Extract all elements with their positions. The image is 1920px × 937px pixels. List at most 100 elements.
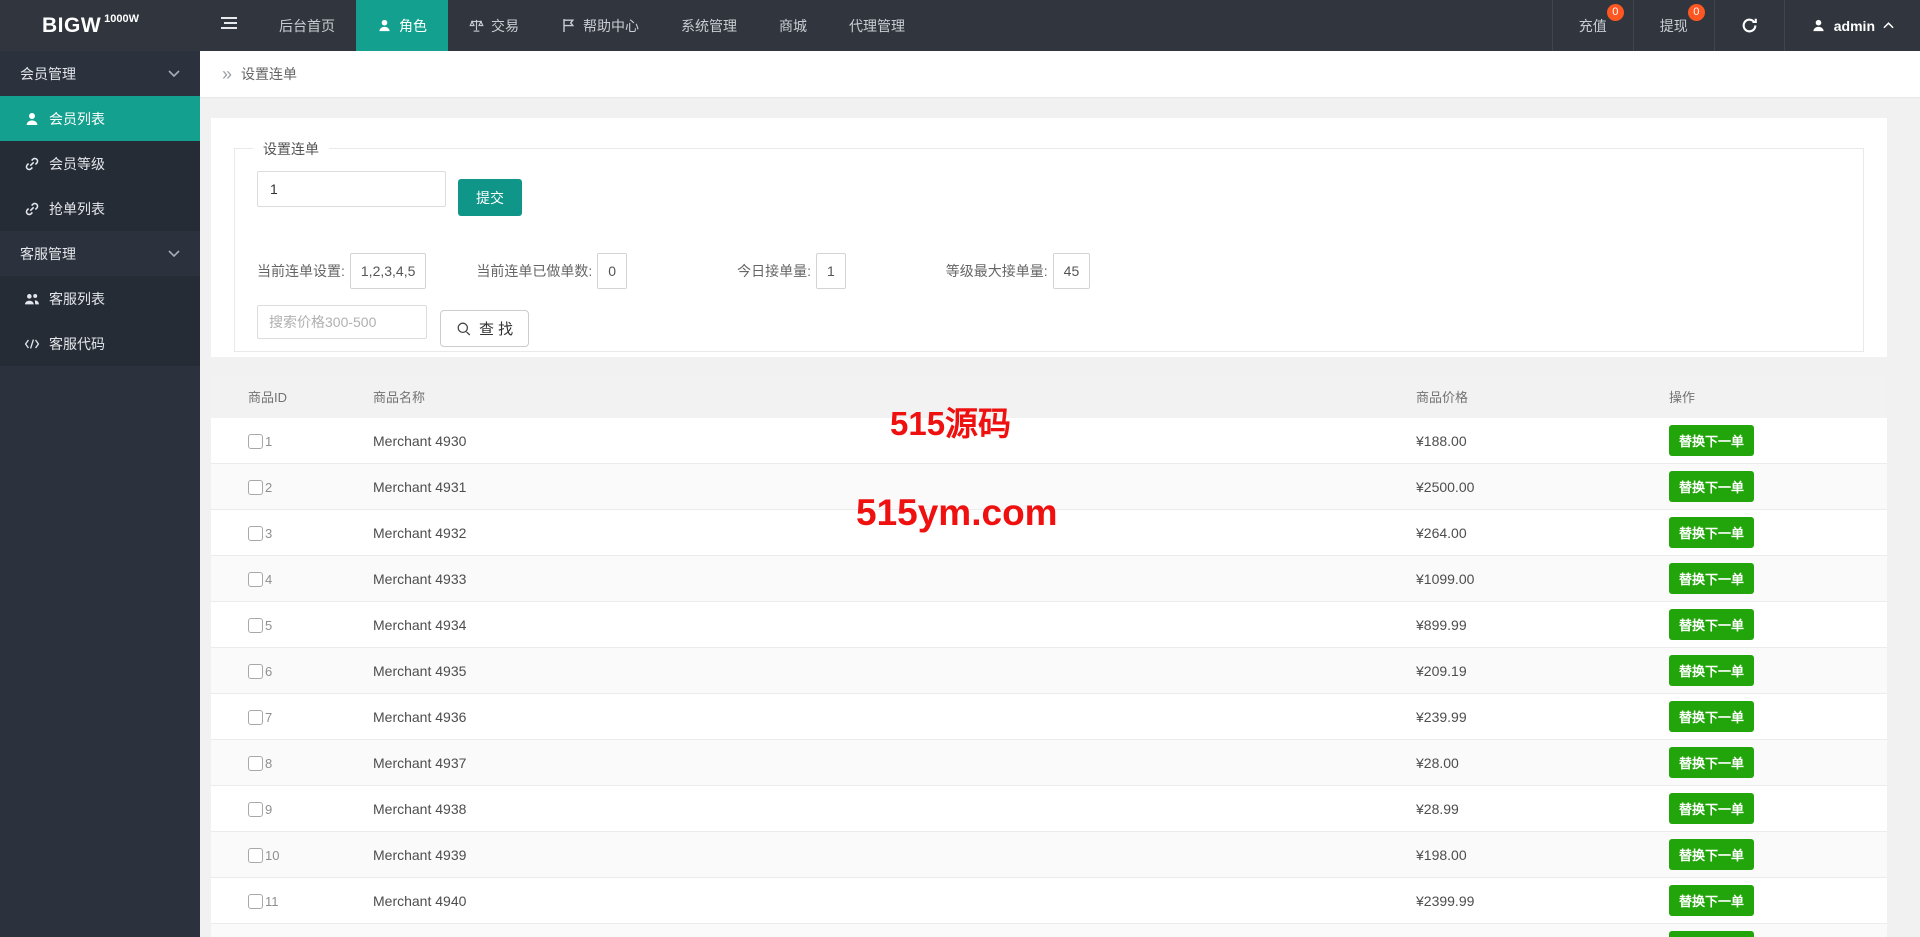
search-icon: [456, 321, 472, 337]
double-chevron-icon: »: [222, 64, 233, 84]
row-checkbox[interactable]: [248, 617, 263, 633]
column-header: 操作: [1669, 375, 1887, 418]
column-header: 商品价格: [1416, 375, 1669, 418]
column-header: 商品ID: [211, 375, 373, 418]
replace-next-order-button[interactable]: 替换下一单: [1669, 839, 1755, 870]
recharge-button[interactable]: 充值 0: [1551, 0, 1633, 51]
action-cell: 替换下一单: [1669, 555, 1887, 602]
price-search-input[interactable]: [257, 305, 427, 339]
replace-next-order-button[interactable]: 替换下一单: [1669, 885, 1755, 916]
replace-next-order-button[interactable]: 替换下一单: [1669, 931, 1755, 937]
hamburger-icon: [220, 16, 238, 35]
replace-next-order-button[interactable]: 替换下一单: [1669, 793, 1755, 824]
goods-id-cell: 10: [211, 831, 373, 878]
row-checkbox[interactable]: [248, 663, 263, 679]
table-row: 6 Merchant 4935 ¥209.19 替换下一单: [211, 647, 1887, 694]
sidebar-item-member-level[interactable]: 会员等级: [0, 141, 200, 186]
goods-id-cell: 8: [211, 739, 373, 786]
row-checkbox[interactable]: [248, 755, 263, 771]
withdraw-button[interactable]: 提现 0: [1632, 0, 1714, 51]
refresh-button[interactable]: [1713, 0, 1784, 51]
goods-id-cell: 6: [211, 647, 373, 694]
top-navbar: BIGW 1000W 后台首页 角色 交易 帮助中心 系统管理 商城 代理管理 充值 0 提…: [0, 0, 1920, 51]
withdraw-badge: 0: [1687, 4, 1705, 21]
username: admin: [1833, 17, 1875, 34]
fieldset-legend: 设置连单: [253, 139, 329, 159]
action-cell: 替换下一单: [1669, 463, 1887, 510]
sidebar-item-grab-order-list[interactable]: 抢单列表: [0, 186, 200, 231]
replace-next-order-button[interactable]: 替换下一单: [1669, 425, 1755, 456]
nav-item-label: 角色: [399, 17, 427, 34]
goods-name: Merchant 4937: [373, 739, 1416, 786]
chevron-down-icon: [168, 250, 180, 257]
replace-next-order-button[interactable]: 替换下一单: [1669, 655, 1755, 686]
nav-item-role[interactable]: 角色: [356, 0, 448, 51]
table-row: 8 Merchant 4937 ¥28.00 替换下一单: [211, 739, 1887, 786]
sidebar-group-service-manage[interactable]: 客服管理: [0, 231, 200, 276]
recharge-badge: 0: [1606, 4, 1624, 21]
goods-table-panel: 商品ID 商品名称 商品价格 操作 1 Merchant 4930 ¥188.00 替换下一…: [211, 375, 1887, 937]
sidebar-item-member-list[interactable]: 会员列表: [0, 96, 200, 141]
logo-superscript: 1000W: [104, 12, 140, 25]
nav-item-agent-manage[interactable]: 代理管理: [828, 0, 926, 51]
replace-next-order-button[interactable]: 替换下一单: [1669, 471, 1755, 502]
sidebar-group-member-manage[interactable]: 会员管理: [0, 51, 200, 96]
replace-next-order-button[interactable]: 替换下一单: [1669, 517, 1755, 548]
user-menu[interactable]: admin: [1783, 0, 1920, 51]
page-title: 设置连单: [241, 66, 298, 82]
goods-id-cell: 4: [211, 555, 373, 602]
action-cell: 替换下一单: [1669, 509, 1887, 556]
nav-item-trade[interactable]: 交易: [448, 0, 540, 51]
nav-item-label: 商城: [779, 17, 807, 34]
goods-name: Merchant 4935: [373, 647, 1416, 694]
row-checkbox[interactable]: [248, 433, 263, 449]
sidebar-item-service-list[interactable]: 客服列表: [0, 276, 200, 321]
row-checkbox[interactable]: [248, 571, 263, 587]
goods-name: Merchant 4938: [373, 785, 1416, 832]
stat-label: 今日接单量:: [737, 263, 811, 279]
action-cell: 替换下一单: [1669, 601, 1887, 648]
goods-name: Merchant 4939: [373, 831, 1416, 878]
user-icon: [1811, 18, 1826, 33]
nav-item-dashboard[interactable]: 后台首页: [258, 0, 356, 51]
goods-price: ¥899.99: [1416, 601, 1669, 648]
replace-next-order-button[interactable]: 替换下一单: [1669, 747, 1755, 778]
search-button[interactable]: 查 找: [440, 310, 530, 347]
row-checkbox[interactable]: [248, 479, 263, 495]
goods-price: ¥28.00: [1416, 739, 1669, 786]
row-checkbox[interactable]: [248, 847, 263, 863]
row-checkbox[interactable]: [248, 709, 263, 725]
sidebar-toggle-button[interactable]: [200, 0, 258, 51]
admin-app: BIGW 1000W 后台首页 角色 交易 帮助中心 系统管理 商城 代理管理 充值 0 提…: [0, 0, 1920, 937]
action-cell: 替换下一单: [1669, 647, 1887, 694]
chevron-up-icon: [1883, 22, 1894, 29]
nav-item-mall[interactable]: 商城: [758, 0, 828, 51]
user-icon: [24, 111, 40, 127]
goods-name: Merchant 4934: [373, 601, 1416, 648]
row-checkbox[interactable]: [248, 525, 263, 541]
main-area: » 设置连单 设置连单 提交 当前连单设置:1,2,3,4,5 当前连单已做单数:…: [200, 51, 1920, 937]
search-button-label: 查 找: [479, 321, 514, 338]
table-header-row: 商品ID 商品名称 商品价格 操作: [211, 375, 1887, 418]
goods-name: Merchant 4940: [373, 877, 1416, 924]
chain-order-input[interactable]: [257, 171, 446, 207]
goods-price: ¥1099.00: [1416, 555, 1669, 602]
row-checkbox[interactable]: [248, 801, 263, 817]
goods-price: ¥2500.00: [1416, 463, 1669, 510]
goods-id-cell: 9: [211, 785, 373, 832]
goods-id-cell: 7: [211, 693, 373, 740]
nav-item-help-center[interactable]: 帮助中心: [540, 0, 660, 51]
table-row: 12Merchant 4941¥4199.99替换下一单: [211, 923, 1887, 937]
table-row: 2 Merchant 4931 ¥2500.00 替换下一单: [211, 463, 1887, 510]
replace-next-order-button[interactable]: 替换下一单: [1669, 563, 1755, 594]
replace-next-order-button[interactable]: 替换下一单: [1669, 609, 1755, 640]
goods-id: 9: [265, 801, 273, 817]
table-row: 10 Merchant 4939 ¥198.00 替换下一单: [211, 831, 1887, 878]
row-checkbox[interactable]: [248, 893, 263, 909]
nav-item-system-manage[interactable]: 系统管理: [660, 0, 758, 51]
replace-next-order-button[interactable]: 替换下一单: [1669, 701, 1755, 732]
table-row: 5 Merchant 4934 ¥899.99 替换下一单: [211, 601, 1887, 648]
stat-label: 等级最大接单量:: [945, 263, 1048, 279]
sidebar-item-service-code[interactable]: 客服代码: [0, 321, 200, 366]
submit-button[interactable]: 提交: [458, 179, 522, 216]
